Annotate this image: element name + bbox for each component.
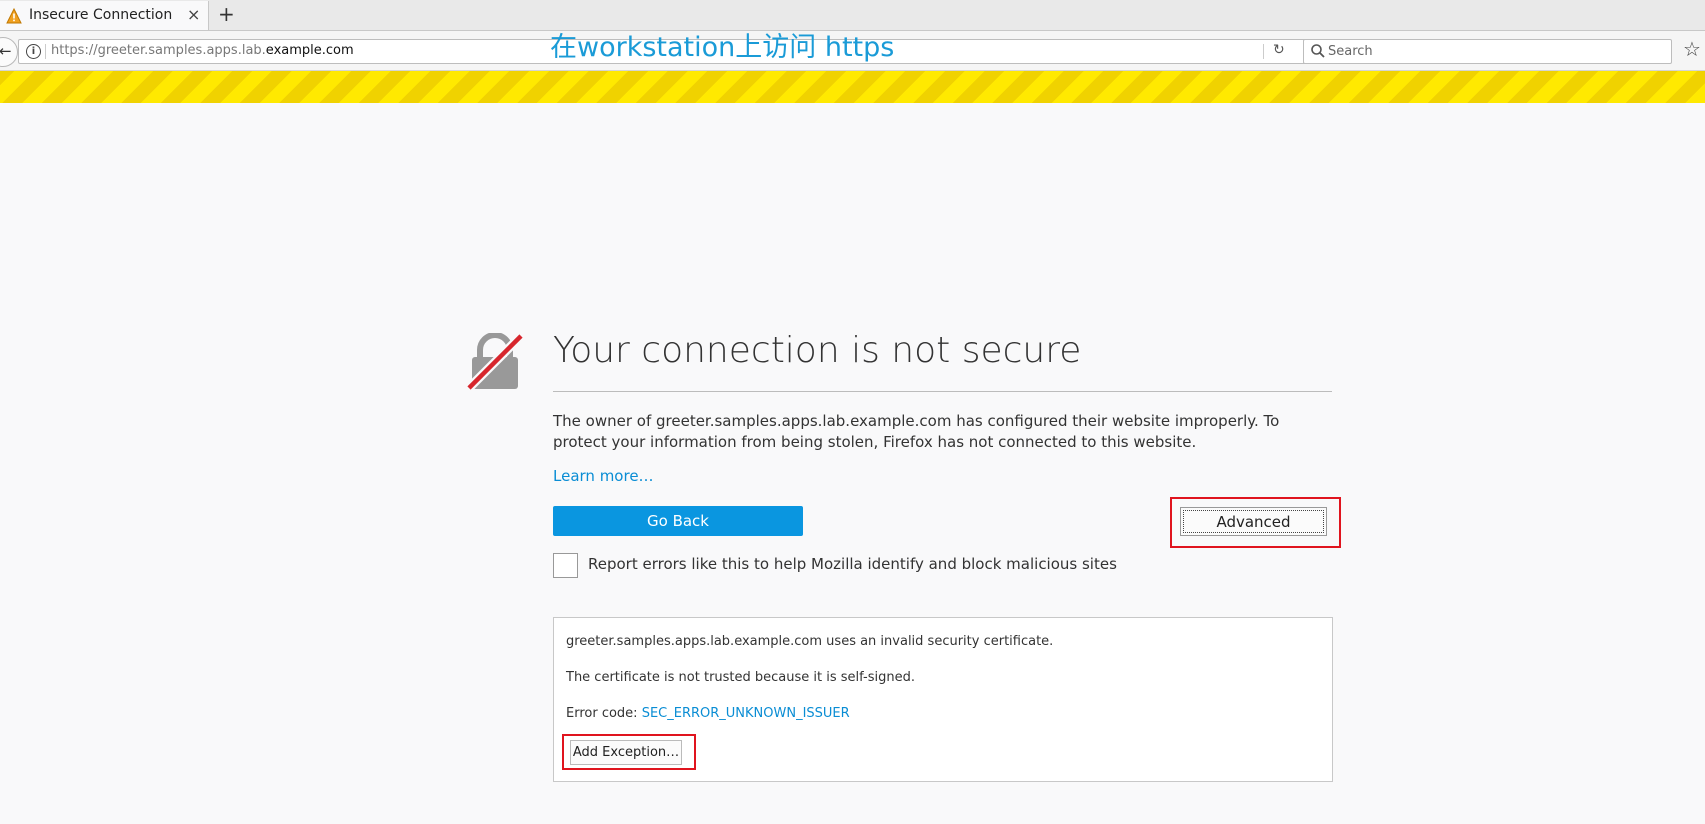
url-text[interactable]: https://greeter.samples.apps.lab.example… — [51, 43, 354, 58]
error-description: The owner of greeter.samples.apps.lab.ex… — [553, 412, 1280, 451]
title-divider — [553, 391, 1332, 392]
back-arrow-icon: ← — [0, 42, 12, 60]
url-domain: example.com — [265, 43, 354, 58]
reload-icon[interactable]: ↻ — [1273, 42, 1285, 58]
search-placeholder: Search — [1328, 44, 1373, 59]
url-separator — [45, 44, 46, 59]
tab-title: Insecure Connection — [29, 7, 173, 23]
bookmark-star-icon[interactable]: ☆ — [1683, 37, 1701, 61]
add-exception-button[interactable]: Add Exception… — [570, 740, 682, 765]
warning-icon — [6, 8, 22, 24]
go-back-button[interactable]: Go Back — [553, 506, 803, 536]
tab-insecure-connection[interactable]: Insecure Connection × — [0, 1, 209, 30]
url-prefix: https://greeter.samples.apps.lab. — [51, 43, 266, 58]
error-code-prefix: Error code: — [566, 706, 642, 721]
report-errors-label: Report errors like this to help Mozilla … — [588, 555, 1117, 573]
error-code-line: Error code: SEC_ERROR_UNKNOWN_ISSUER — [566, 706, 850, 721]
warning-stripe — [0, 71, 1705, 103]
advanced-button[interactable]: Advanced — [1180, 507, 1327, 536]
broken-lock-icon — [466, 333, 524, 391]
invalid-cert-text: greeter.samples.apps.lab.example.com use… — [566, 634, 1054, 649]
annotation-overlay-text: 在workstation上访问 https — [550, 32, 895, 63]
error-code-link[interactable]: SEC_ERROR_UNKNOWN_ISSUER — [642, 706, 850, 721]
reload-separator — [1263, 44, 1264, 59]
learn-more-link[interactable]: Learn more… — [553, 467, 654, 485]
back-button[interactable]: ← — [0, 37, 18, 67]
page-title: Your connection is not secure — [553, 330, 1082, 371]
report-errors-checkbox[interactable] — [553, 553, 578, 578]
site-info-icon[interactable]: i — [26, 44, 41, 59]
close-tab-icon[interactable]: × — [187, 5, 200, 24]
advanced-details-panel: greeter.samples.apps.lab.example.com use… — [553, 617, 1333, 782]
new-tab-button[interactable]: + — [218, 2, 235, 26]
search-icon — [1311, 44, 1325, 58]
self-signed-text: The certificate is not trusted because i… — [566, 670, 915, 685]
search-bar[interactable]: Search — [1303, 39, 1672, 64]
